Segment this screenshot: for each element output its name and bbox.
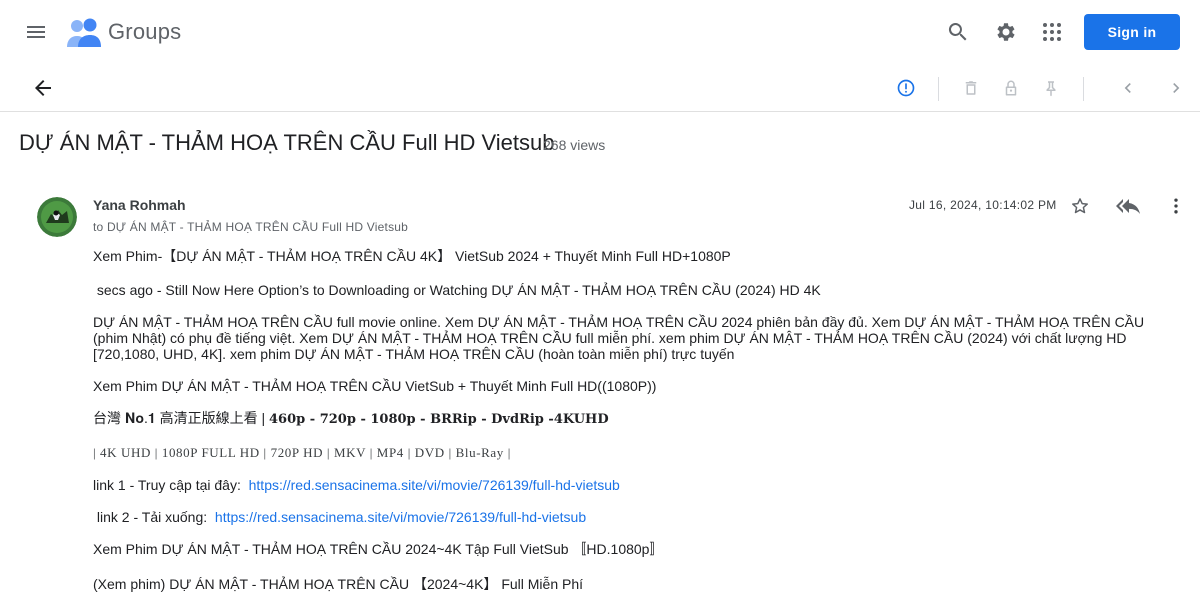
settings-button[interactable] <box>986 12 1026 52</box>
body-line: Xem Phim-【DỰ ÁN MẬT - THẢM HOẠ TRÊN CẦU … <box>93 248 731 264</box>
back-arrow-icon <box>35 80 51 96</box>
product-name[interactable]: Groups <box>108 19 181 45</box>
more-options-button[interactable] <box>1162 192 1190 220</box>
previous-chevron-icon <box>1124 83 1131 93</box>
link-label: link 2 - Tải xuống: <box>93 509 208 525</box>
message-recipient: to DỰ ÁN MẬT - THẢM HOẠ TRÊN CẦU Full HD… <box>93 220 409 234</box>
next-thread-button[interactable] <box>1156 68 1196 108</box>
back-button[interactable] <box>23 68 63 108</box>
message-timestamp: Jul 16, 2024, 10:14:02 PM <box>909 198 1057 212</box>
message-author[interactable]: Yana Rohmah <box>93 197 186 213</box>
view-count: 268 views <box>543 137 606 153</box>
thread-toolbar <box>0 64 1200 112</box>
body-line-link1: link 1 - Truy cập tại đây: https://red.s… <box>93 477 620 493</box>
body-text-bold: 460p - 720p - 1080p - BRRip - DvdRip -4K… <box>269 412 609 427</box>
sign-in-button[interactable]: Sign in <box>1084 14 1180 50</box>
groups-logo-icon[interactable] <box>66 17 102 49</box>
body-line: Xem Phim DỰ ÁN MẬT - THẢM HOẠ TRÊN CẦU 2… <box>93 541 664 557</box>
link-label: link 1 - Truy cập tại đây: <box>93 477 241 493</box>
toolbar-divider <box>938 77 939 101</box>
body-line: (Xem phim) DỰ ÁN MẬT - THẢM HOẠ TRÊN CẦU… <box>93 576 584 592</box>
more-vert-icon <box>1174 198 1178 214</box>
next-chevron-icon <box>1173 83 1180 93</box>
report-abuse-icon <box>897 79 915 97</box>
search-icon <box>948 23 967 41</box>
external-link[interactable]: https://red.sensacinema.site/vi/movie/72… <box>249 477 620 493</box>
report-abuse-button[interactable] <box>886 68 926 108</box>
delete-icon <box>965 81 977 95</box>
body-line-resolutions: 台灣 𝐍𝐨.𝟏 高清正版線上看 | 460p - 720p - 1080p - … <box>93 410 609 428</box>
body-line: secs ago - Still Now Here Option’s to Do… <box>93 282 821 298</box>
avatar[interactable] <box>37 197 77 237</box>
toolbar-divider <box>1083 77 1084 101</box>
star-button[interactable] <box>1066 192 1094 220</box>
apps-grid-icon <box>1043 23 1061 41</box>
apps-button[interactable] <box>1032 12 1072 52</box>
external-link[interactable]: https://red.sensacinema.site/vi/movie/72… <box>215 509 586 525</box>
pin-button[interactable] <box>1031 68 1071 108</box>
body-paragraph: DỰ ÁN MẬT - THẢM HOẠ TRÊN CẦU full movie… <box>93 314 1145 362</box>
settings-gear-icon <box>997 23 1015 41</box>
lock-icon <box>1005 80 1017 96</box>
app-bar: Groups Sign in <box>0 0 1200 64</box>
pin-icon <box>1046 81 1056 97</box>
body-text: 台灣 𝐍𝐨.𝟏 高清正版線上看 | <box>93 410 270 426</box>
menu-icon <box>27 26 45 38</box>
reply-all-icon <box>1116 199 1140 214</box>
main-menu-button[interactable] <box>16 12 56 52</box>
previous-thread-button[interactable] <box>1108 68 1148 108</box>
search-button[interactable] <box>938 12 978 52</box>
thread-title: DỰ ÁN MẬT - THẢM HOẠ TRÊN CẦU Full HD Vi… <box>19 130 555 155</box>
body-line-link2: link 2 - Tải xuống: https://red.sensacin… <box>93 509 586 525</box>
body-line-formats: | 4K UHD | 1080P FULL HD | 720P HD | MKV… <box>93 445 511 460</box>
lock-button[interactable] <box>991 68 1031 108</box>
body-line: Xem Phim DỰ ÁN MẬT - THẢM HOẠ TRÊN CẦU V… <box>93 378 657 394</box>
reply-all-button[interactable] <box>1114 192 1142 220</box>
delete-button[interactable] <box>951 68 991 108</box>
star-icon <box>1072 198 1088 214</box>
